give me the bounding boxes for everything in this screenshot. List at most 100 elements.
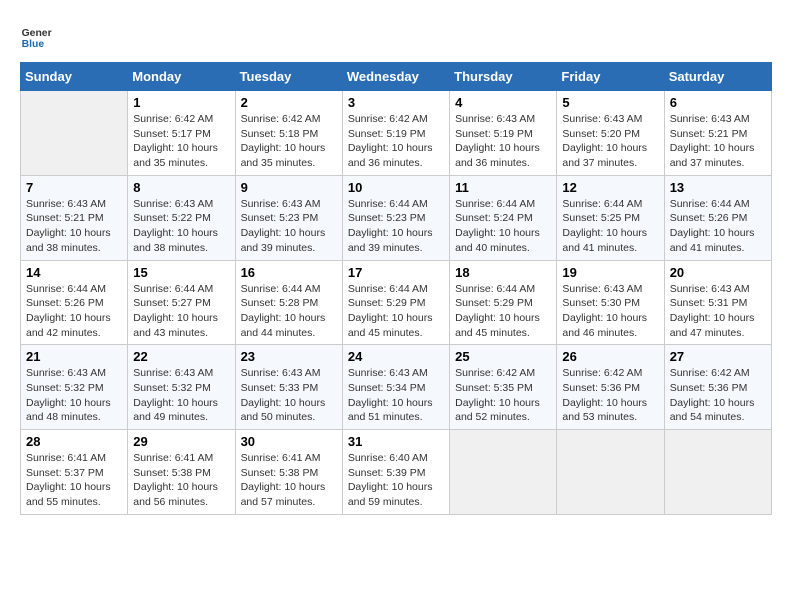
- page-header: General Blue: [20, 20, 772, 52]
- day-number: 14: [26, 265, 122, 280]
- day-header-tuesday: Tuesday: [235, 63, 342, 91]
- day-info: Sunrise: 6:41 AM Sunset: 5:38 PM Dayligh…: [133, 452, 218, 508]
- calendar-week-1: 1 Sunrise: 6:42 AM Sunset: 5:17 PM Daylig…: [21, 91, 772, 176]
- calendar-cell: [450, 430, 557, 515]
- day-number: 7: [26, 180, 122, 195]
- day-info: Sunrise: 6:43 AM Sunset: 5:23 PM Dayligh…: [241, 198, 326, 254]
- day-info: Sunrise: 6:41 AM Sunset: 5:37 PM Dayligh…: [26, 452, 111, 508]
- calendar-table: SundayMondayTuesdayWednesdayThursdayFrid…: [20, 62, 772, 515]
- calendar-cell: 5 Sunrise: 6:43 AM Sunset: 5:20 PM Daylig…: [557, 91, 664, 176]
- day-header-thursday: Thursday: [450, 63, 557, 91]
- day-info: Sunrise: 6:44 AM Sunset: 5:29 PM Dayligh…: [455, 283, 540, 339]
- day-number: 17: [348, 265, 444, 280]
- day-number: 9: [241, 180, 337, 195]
- calendar-cell: 14 Sunrise: 6:44 AM Sunset: 5:26 PM Dayli…: [21, 260, 128, 345]
- calendar-cell: 8Sunrise: 6:43 AM Sunset: 5:22 PM Daylig…: [128, 175, 235, 260]
- calendar-cell: 9 Sunrise: 6:43 AM Sunset: 5:23 PM Daylig…: [235, 175, 342, 260]
- calendar-cell: 2 Sunrise: 6:42 AM Sunset: 5:18 PM Daylig…: [235, 91, 342, 176]
- day-info: Sunrise: 6:43 AM Sunset: 5:34 PM Dayligh…: [348, 367, 433, 423]
- calendar-cell: 6 Sunrise: 6:43 AM Sunset: 5:21 PM Daylig…: [664, 91, 771, 176]
- day-number: 19: [562, 265, 658, 280]
- calendar-cell: 24 Sunrise: 6:43 AM Sunset: 5:34 PM Dayli…: [342, 345, 449, 430]
- day-info: Sunrise: 6:43 AM Sunset: 5:21 PM Dayligh…: [26, 198, 111, 254]
- day-number: 20: [670, 265, 766, 280]
- day-info: Sunrise: 6:44 AM Sunset: 5:26 PM Dayligh…: [26, 283, 111, 339]
- day-number: 26: [562, 349, 658, 364]
- day-number: 5: [562, 95, 658, 110]
- calendar-cell: 10 Sunrise: 6:44 AM Sunset: 5:23 PM Dayli…: [342, 175, 449, 260]
- day-info: Sunrise: 6:44 AM Sunset: 5:25 PM Dayligh…: [562, 198, 647, 254]
- day-info: Sunrise: 6:42 AM Sunset: 5:36 PM Dayligh…: [670, 367, 755, 423]
- day-info: Sunrise: 6:44 AM Sunset: 5:28 PM Dayligh…: [241, 283, 326, 339]
- calendar-cell: 15 Sunrise: 6:44 AM Sunset: 5:27 PM Dayli…: [128, 260, 235, 345]
- calendar-cell: 27 Sunrise: 6:42 AM Sunset: 5:36 PM Dayli…: [664, 345, 771, 430]
- day-info: Sunrise: 6:42 AM Sunset: 5:35 PM Dayligh…: [455, 367, 540, 423]
- calendar-cell: 1 Sunrise: 6:42 AM Sunset: 5:17 PM Daylig…: [128, 91, 235, 176]
- calendar-cell: 28 Sunrise: 6:41 AM Sunset: 5:37 PM Dayli…: [21, 430, 128, 515]
- calendar-cell: 20 Sunrise: 6:43 AM Sunset: 5:31 PM Dayli…: [664, 260, 771, 345]
- day-info: Sunrise: 6:41 AM Sunset: 5:38 PM Dayligh…: [241, 452, 326, 508]
- day-info: Sunrise: 6:44 AM Sunset: 5:24 PM Dayligh…: [455, 198, 540, 254]
- day-info: Sunrise: 6:44 AM Sunset: 5:29 PM Dayligh…: [348, 283, 433, 339]
- calendar-cell: 7 Sunrise: 6:43 AM Sunset: 5:21 PM Daylig…: [21, 175, 128, 260]
- calendar-week-5: 28 Sunrise: 6:41 AM Sunset: 5:37 PM Dayli…: [21, 430, 772, 515]
- calendar-cell: 31Sunrise: 6:40 AM Sunset: 5:39 PM Dayli…: [342, 430, 449, 515]
- day-number: 28: [26, 434, 122, 449]
- day-number: 22: [133, 349, 229, 364]
- day-info: Sunrise: 6:43 AM Sunset: 5:19 PM Dayligh…: [455, 113, 540, 169]
- calendar-cell: 21 Sunrise: 6:43 AM Sunset: 5:32 PM Dayli…: [21, 345, 128, 430]
- day-info: Sunrise: 6:44 AM Sunset: 5:26 PM Dayligh…: [670, 198, 755, 254]
- day-info: Sunrise: 6:43 AM Sunset: 5:20 PM Dayligh…: [562, 113, 647, 169]
- day-info: Sunrise: 6:44 AM Sunset: 5:23 PM Dayligh…: [348, 198, 433, 254]
- day-number: 1: [133, 95, 229, 110]
- calendar-cell: 16Sunrise: 6:44 AM Sunset: 5:28 PM Dayli…: [235, 260, 342, 345]
- day-info: Sunrise: 6:42 AM Sunset: 5:36 PM Dayligh…: [562, 367, 647, 423]
- day-info: Sunrise: 6:43 AM Sunset: 5:31 PM Dayligh…: [670, 283, 755, 339]
- calendar-cell: [664, 430, 771, 515]
- day-header-saturday: Saturday: [664, 63, 771, 91]
- day-number: 10: [348, 180, 444, 195]
- day-number: 21: [26, 349, 122, 364]
- calendar-cell: 18 Sunrise: 6:44 AM Sunset: 5:29 PM Dayli…: [450, 260, 557, 345]
- day-info: Sunrise: 6:43 AM Sunset: 5:32 PM Dayligh…: [26, 367, 111, 423]
- day-number: 3: [348, 95, 444, 110]
- day-info: Sunrise: 6:43 AM Sunset: 5:30 PM Dayligh…: [562, 283, 647, 339]
- day-number: 2: [241, 95, 337, 110]
- day-number: 24: [348, 349, 444, 364]
- calendar-cell: 23 Sunrise: 6:43 AM Sunset: 5:33 PM Dayli…: [235, 345, 342, 430]
- day-header-sunday: Sunday: [21, 63, 128, 91]
- calendar-cell: 30 Sunrise: 6:41 AM Sunset: 5:38 PM Dayli…: [235, 430, 342, 515]
- calendar-week-3: 14 Sunrise: 6:44 AM Sunset: 5:26 PM Dayli…: [21, 260, 772, 345]
- calendar-cell: [21, 91, 128, 176]
- svg-text:Blue: Blue: [22, 39, 45, 50]
- calendar-cell: 25Sunrise: 6:42 AM Sunset: 5:35 PM Dayli…: [450, 345, 557, 430]
- calendar-cell: 4 Sunrise: 6:43 AM Sunset: 5:19 PM Daylig…: [450, 91, 557, 176]
- day-info: Sunrise: 6:42 AM Sunset: 5:19 PM Dayligh…: [348, 113, 433, 169]
- day-number: 30: [241, 434, 337, 449]
- day-number: 12: [562, 180, 658, 195]
- day-info: Sunrise: 6:42 AM Sunset: 5:18 PM Dayligh…: [241, 113, 326, 169]
- logo: General Blue: [20, 20, 56, 52]
- calendar-cell: 19 Sunrise: 6:43 AM Sunset: 5:30 PM Dayli…: [557, 260, 664, 345]
- day-number: 23: [241, 349, 337, 364]
- calendar-cell: 11Sunrise: 6:44 AM Sunset: 5:24 PM Dayli…: [450, 175, 557, 260]
- day-info: Sunrise: 6:42 AM Sunset: 5:17 PM Dayligh…: [133, 113, 218, 169]
- calendar-cell: 13Sunrise: 6:44 AM Sunset: 5:26 PM Dayli…: [664, 175, 771, 260]
- day-info: Sunrise: 6:40 AM Sunset: 5:39 PM Dayligh…: [348, 452, 433, 508]
- calendar-cell: 17 Sunrise: 6:44 AM Sunset: 5:29 PM Dayli…: [342, 260, 449, 345]
- calendar-cell: 22 Sunrise: 6:43 AM Sunset: 5:32 PM Dayli…: [128, 345, 235, 430]
- calendar-cell: [557, 430, 664, 515]
- calendar-cell: 12 Sunrise: 6:44 AM Sunset: 5:25 PM Dayli…: [557, 175, 664, 260]
- day-number: 27: [670, 349, 766, 364]
- svg-text:General: General: [22, 28, 52, 39]
- day-number: 18: [455, 265, 551, 280]
- day-number: 15: [133, 265, 229, 280]
- day-number: 6: [670, 95, 766, 110]
- day-number: 4: [455, 95, 551, 110]
- day-info: Sunrise: 6:43 AM Sunset: 5:32 PM Dayligh…: [133, 367, 218, 423]
- day-info: Sunrise: 6:43 AM Sunset: 5:21 PM Dayligh…: [670, 113, 755, 169]
- calendar-cell: 29Sunrise: 6:41 AM Sunset: 5:38 PM Dayli…: [128, 430, 235, 515]
- logo-icon: General Blue: [20, 20, 52, 52]
- day-info: Sunrise: 6:44 AM Sunset: 5:27 PM Dayligh…: [133, 283, 218, 339]
- day-info: Sunrise: 6:43 AM Sunset: 5:33 PM Dayligh…: [241, 367, 326, 423]
